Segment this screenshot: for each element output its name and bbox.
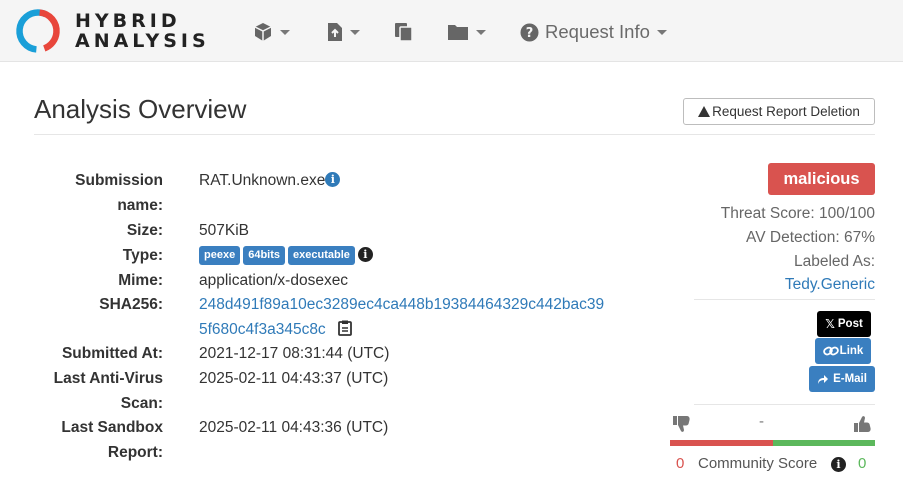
last-sandbox-report-label: Last Sandbox Report: xyxy=(33,415,163,465)
mime-label: Mime: xyxy=(118,272,163,289)
summary-divider xyxy=(694,299,875,300)
av-detection: AV Detection: 67% xyxy=(746,229,875,246)
request-info-label: Request Info xyxy=(545,21,650,42)
copy-link-button[interactable]: Link xyxy=(815,338,871,364)
email-label: E-Mail xyxy=(833,373,867,385)
sha256-value-line1[interactable]: 248d491f89a10ec3289ec4ca448b19384464329c… xyxy=(199,292,604,317)
submission-name-label-line1: Submission xyxy=(75,172,163,189)
last-av-scan-label-line2: Scan: xyxy=(120,395,163,412)
nav-folder-menu[interactable] xyxy=(447,19,486,45)
thumbs-up-icon[interactable] xyxy=(853,415,873,433)
share-divider xyxy=(694,404,875,405)
last-sandbox-report-value: 2025-02-11 04:43:36 (UTC) xyxy=(199,419,389,436)
sha256-value-line2-row: 5f680c4f3a345c8c xyxy=(199,317,352,342)
page-title: Analysis Overview xyxy=(34,94,247,124)
submission-name-label-line2: name: xyxy=(117,197,163,214)
threat-score: Threat Score: 100/100 xyxy=(720,205,875,222)
community-up-bar xyxy=(773,440,875,446)
submission-name-value: RAT.Unknown.exe i xyxy=(199,168,341,193)
title-divider xyxy=(34,134,875,135)
email-share-button[interactable]: E-Mail xyxy=(809,366,875,392)
last-sandbox-report-label-line2: Report: xyxy=(107,444,163,461)
svg-text:?: ? xyxy=(526,26,534,41)
sha256-value-line2[interactable]: 5f680c4f3a345c8c xyxy=(199,321,326,338)
share-arrow-icon xyxy=(818,374,829,384)
top-navbar: HYBRID ANALYSIS ? Request Info xyxy=(0,0,903,62)
chevron-down-icon xyxy=(476,29,486,35)
folder-icon xyxy=(448,25,468,40)
type-tags: peexe 64bits executable i xyxy=(199,243,373,268)
copy-icon xyxy=(395,23,413,42)
clipboard-icon[interactable] xyxy=(338,320,352,336)
last-av-scan-label: Last Anti-Virus Scan: xyxy=(33,366,163,416)
link-icon xyxy=(822,346,839,356)
type-tag-executable[interactable]: executable xyxy=(288,246,355,265)
mime-value: application/x-dosexec xyxy=(199,272,349,289)
verdict-badge: malicious xyxy=(768,163,875,195)
submission-name-text: RAT.Unknown.exe xyxy=(199,172,326,189)
chevron-down-icon xyxy=(350,29,360,35)
request-report-deletion-button[interactable]: Request Report Deletion xyxy=(683,98,875,125)
thumbs-down-icon[interactable] xyxy=(672,415,692,433)
chevron-down-icon xyxy=(656,29,667,35)
request-report-deletion-label: Request Report Deletion xyxy=(712,104,860,119)
brand-line-2: ANALYSIS xyxy=(75,30,210,52)
x-post-button[interactable]: 𝕏 Post xyxy=(817,311,871,337)
link-label: Link xyxy=(839,345,864,357)
community-score-dash: - xyxy=(759,413,764,430)
warning-icon xyxy=(698,106,711,117)
type-label: Type: xyxy=(122,247,163,264)
nav-copy-menu[interactable] xyxy=(394,19,414,45)
community-up-count: 0 xyxy=(858,455,867,472)
submitted-at-value: 2021-12-17 08:31:44 (UTC) xyxy=(199,345,390,362)
x-logo-icon: 𝕏 xyxy=(825,317,835,331)
last-av-scan-value: 2025-02-11 04:43:37 (UTC) xyxy=(199,370,389,387)
last-av-scan-label-line1: Last Anti-Virus xyxy=(53,370,163,387)
submitted-at-label: Submitted At: xyxy=(61,345,163,362)
question-circle-icon: ? xyxy=(520,23,539,41)
x-post-label: Post xyxy=(837,318,863,330)
brand-name[interactable]: HYBRID ANALYSIS xyxy=(75,11,210,51)
hybrid-analysis-logo[interactable] xyxy=(14,7,62,55)
submission-name-label: Submission name: xyxy=(33,168,163,218)
size-label: Size: xyxy=(126,222,163,239)
sha256-label: SHA256: xyxy=(99,296,163,313)
nav-file-menu[interactable] xyxy=(327,19,360,45)
info-icon[interactable]: i xyxy=(831,457,846,472)
nav-sandbox-menu[interactable] xyxy=(253,19,290,45)
label-value-link[interactable]: Tedy.Generic xyxy=(785,273,875,297)
type-tag-64bits[interactable]: 64bits xyxy=(243,246,285,265)
info-icon[interactable]: i xyxy=(325,172,341,187)
labeled-as-label: Labeled As: xyxy=(793,253,875,270)
cube-icon xyxy=(254,23,272,41)
community-down-count: 0 xyxy=(676,455,685,472)
community-score-label: Community Score xyxy=(698,455,818,472)
community-down-bar xyxy=(670,440,773,446)
type-tag-peexe[interactable]: peexe xyxy=(199,246,241,265)
nav-request-info-menu[interactable]: ? Request Info xyxy=(520,19,667,45)
brand-line-1: HYBRID xyxy=(75,10,181,32)
last-sandbox-report-label-line1: Last Sandbox xyxy=(61,419,163,436)
chevron-down-icon xyxy=(280,29,290,35)
file-upload-icon xyxy=(328,23,342,41)
info-icon[interactable]: i xyxy=(357,247,373,262)
size-value: 507KiB xyxy=(199,222,249,239)
